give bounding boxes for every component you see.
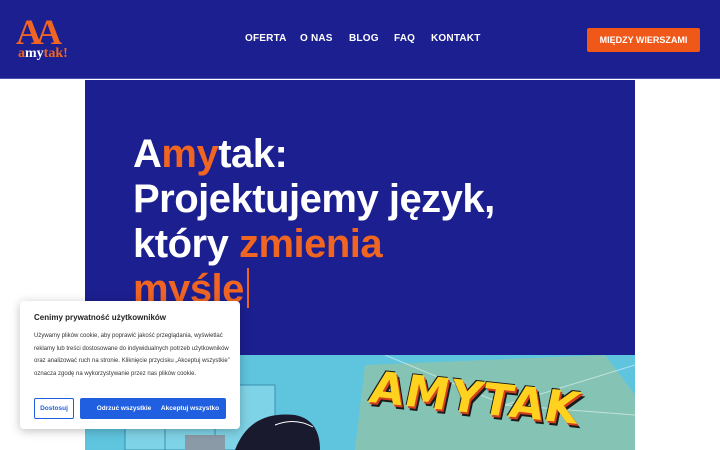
logo-wordmark: amytak!: [18, 46, 68, 61]
nav-item-o-nas[interactable]: O NAS: [300, 33, 333, 44]
typing-cursor: [246, 268, 249, 308]
customize-button[interactable]: Dostosuj: [34, 398, 74, 419]
accept-all-button[interactable]: Akceptuj wszystko: [154, 398, 226, 419]
cookie-consent-dialog: Cenimy prywatność użytkowników Używamy p…: [20, 301, 240, 429]
nav-item-oferta[interactable]: OFERTA: [245, 33, 287, 44]
nav-item-blog[interactable]: BLOG: [349, 33, 379, 44]
cta-button[interactable]: MIĘDZY WIERSZAMI: [587, 28, 700, 52]
nav-item-faq[interactable]: FAQ: [394, 33, 415, 44]
site-header: AA amytak! OFERTA O NAS BLOG FAQ KONTAKT…: [0, 0, 720, 79]
nav-item-kontakt[interactable]: KONTAKT: [431, 33, 481, 44]
hero-headline: Amytak: Projektujemy język, który zmieni…: [133, 132, 495, 311]
cookie-title: Cenimy prywatność użytkowników: [34, 313, 167, 322]
cookie-description: Używamy plików cookie, aby poprawić jako…: [34, 333, 230, 377]
